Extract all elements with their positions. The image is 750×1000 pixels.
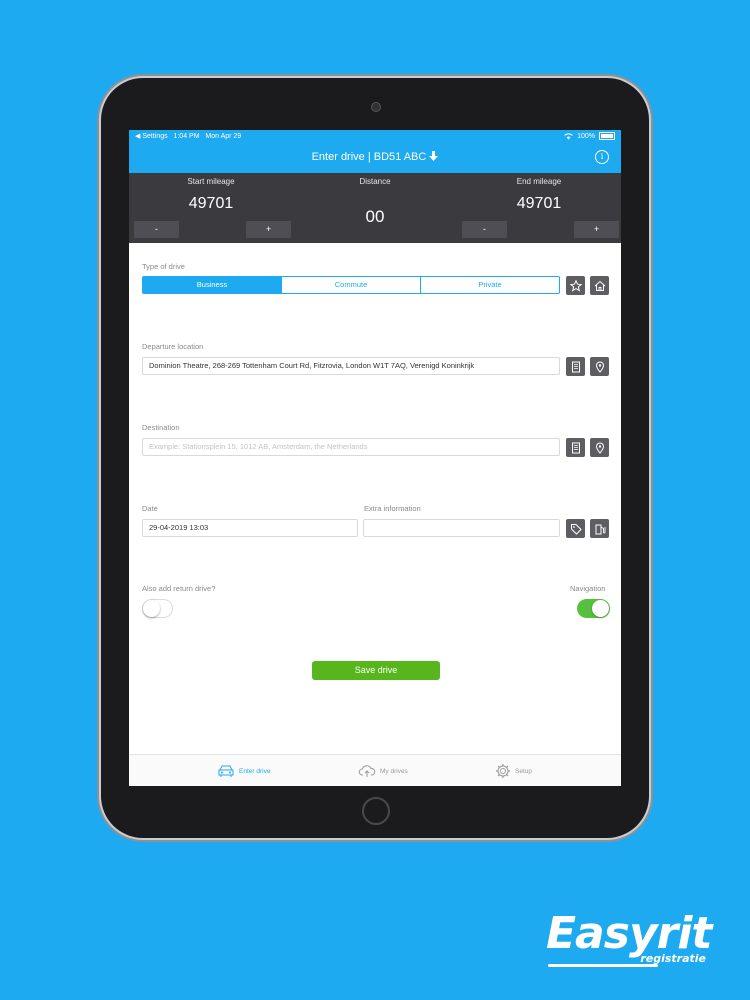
status-date: Mon Apr 29 [205, 133, 242, 140]
start-mileage-minus-button[interactable]: - [134, 221, 179, 238]
info-icon[interactable]: i [595, 150, 609, 164]
toggle-knob [592, 600, 609, 617]
return-drive-label: Also add return drive? [142, 584, 216, 593]
status-bar: ◀ Settings 1:04 PM Mon Apr 29 100% [129, 130, 621, 142]
departure-address-book-button[interactable] [566, 357, 585, 376]
mileage-panel: Start mileage 49701 - + Distance 00 End … [129, 173, 621, 243]
page-title-text: Enter drive | BD51 ABC [311, 151, 427, 163]
save-drive-button[interactable]: Save drive [312, 661, 440, 680]
favorite-button[interactable] [566, 276, 585, 295]
extra-information-label: Extra information [364, 504, 421, 513]
departure-current-location-button[interactable] [590, 357, 609, 376]
distance: Distance 00 [293, 173, 457, 243]
tab-setup[interactable]: Setup [495, 755, 532, 786]
app-screen: ◀ Settings 1:04 PM Mon Apr 29 100% Enter… [129, 130, 621, 786]
tag-button[interactable] [566, 519, 585, 538]
drive-type-selector: Business Commute Private [142, 276, 560, 294]
page-title[interactable]: Enter drive | BD51 ABC [129, 151, 621, 163]
status-time: 1:04 PM [173, 133, 200, 140]
home-icon [594, 280, 605, 291]
status-back-link[interactable]: ◀ Settings [135, 133, 168, 140]
battery-icon [599, 132, 615, 140]
cloud-upload-icon [358, 765, 376, 777]
tab-my-drives[interactable]: My drives [358, 755, 408, 786]
tab-enter-drive[interactable]: Enter drive [217, 755, 270, 786]
nav-bar: Enter drive | BD51 ABC i [129, 142, 621, 173]
battery-percent: 100% [577, 132, 595, 140]
map-pin-icon [595, 361, 604, 373]
car-icon [218, 765, 234, 777]
tab-enter-drive-label: Enter drive [239, 767, 271, 775]
tag-icon [570, 523, 582, 535]
destination-label: Destination [142, 423, 180, 432]
date-label: Date [142, 504, 158, 513]
address-book-icon [571, 442, 580, 453]
return-drive-toggle[interactable] [142, 599, 173, 618]
tab-setup-label: Setup [515, 767, 532, 775]
end-mileage-value[interactable]: 49701 [457, 195, 621, 213]
end-mileage-plus-button[interactable]: + [574, 221, 619, 238]
date-field[interactable]: 29-04-2019 13:03 [142, 519, 358, 537]
easyrit-logo: Easyrit registratie [546, 908, 716, 970]
distance-value: 00 [365, 207, 385, 226]
destination-current-location-button[interactable] [590, 438, 609, 457]
front-camera [371, 102, 381, 112]
extra-information-field[interactable] [363, 519, 560, 537]
map-pin-icon [595, 442, 604, 454]
destination-field[interactable]: Example: Stationsplein 15, 1012 AB, Amst… [142, 438, 560, 456]
navigation-label: Navigation [570, 584, 606, 593]
toggle-knob [143, 600, 160, 617]
logo-subtext: registratie [640, 952, 706, 965]
departure-location-field[interactable]: Dominion Theatre, 268-269 Tottenham Cour… [142, 357, 560, 375]
home-button[interactable] [362, 797, 390, 825]
end-mileage-minus-button[interactable]: - [462, 221, 507, 238]
gear-icon [496, 764, 510, 778]
arrow-down-icon [429, 151, 439, 161]
destination-address-book-button[interactable] [566, 438, 585, 457]
navigation-toggle[interactable] [577, 599, 610, 618]
end-mileage-label: End mileage [516, 177, 562, 186]
start-mileage-value[interactable]: 49701 [129, 195, 293, 213]
fuel-button[interactable] [590, 519, 609, 538]
address-book-icon [571, 361, 580, 372]
star-icon [569, 279, 582, 292]
end-mileage: End mileage 49701 - + [457, 173, 621, 243]
ipad-frame: ◀ Settings 1:04 PM Mon Apr 29 100% Enter… [101, 78, 649, 838]
wifi-icon [564, 132, 573, 140]
type-of-drive-label: Type of drive [142, 262, 185, 271]
start-mileage: Start mileage 49701 - + [129, 173, 293, 243]
tab-my-drives-label: My drives [380, 767, 408, 775]
drive-type-commute[interactable]: Commute [281, 277, 420, 293]
tab-bar: Enter drive My drives Setup [129, 754, 621, 786]
fuel-pump-icon [595, 524, 605, 534]
home-location-button[interactable] [590, 276, 609, 295]
drive-type-private[interactable]: Private [420, 277, 559, 293]
distance-label: Distance [359, 177, 391, 186]
drive-type-business[interactable]: Business [143, 277, 281, 293]
start-mileage-plus-button[interactable]: + [246, 221, 291, 238]
departure-location-label: Departure location [142, 342, 204, 351]
start-mileage-label: Start mileage [187, 177, 235, 186]
